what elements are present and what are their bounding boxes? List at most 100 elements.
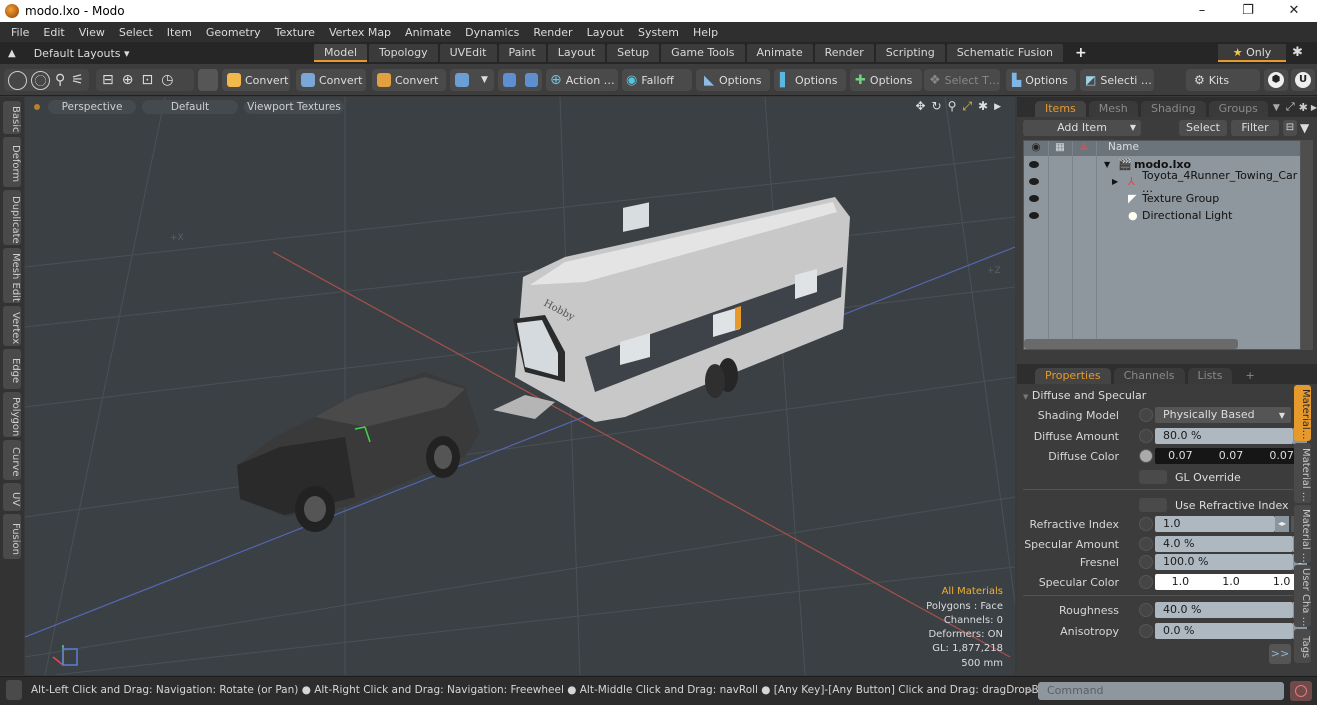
section-diffuse-specular[interactable]: ▼ Diffuse and Specular	[1023, 389, 1146, 402]
tab-mesh[interactable]: Mesh …	[1088, 101, 1138, 131]
tab-game-tools[interactable]: Game Tools	[661, 44, 745, 62]
unreal-button[interactable]: U	[1291, 69, 1315, 91]
diffuse-color-field[interactable]: 0.07 0.07 0.07	[1139, 448, 1307, 464]
eye-icon[interactable]	[1029, 178, 1039, 185]
viewport-gear-icon[interactable]: ✱	[978, 99, 988, 115]
diffuse-g[interactable]: 0.07	[1219, 448, 1244, 464]
anisotropy-field[interactable]: 0.0 % ◂▸	[1139, 623, 1307, 639]
menu-render[interactable]: Render	[526, 26, 579, 39]
rotate-icon[interactable]: ↻	[932, 99, 942, 115]
shading-model-select[interactable]: Physically Based ▼	[1139, 407, 1291, 423]
panel-expand-icon[interactable]: ⤢	[1286, 100, 1295, 114]
add-item-dropdown-icon[interactable]: ▼	[1125, 120, 1141, 136]
diffuse-r[interactable]: 0.07	[1168, 448, 1193, 464]
tab-schematic-fusion[interactable]: Schematic Fusion	[946, 44, 1064, 62]
viewport-textures-button[interactable]: Viewport Textures	[244, 100, 344, 114]
side-tab-tags[interactable]: Tags	[1294, 629, 1311, 663]
tab-mesh-edit[interactable]: Mesh Edit	[3, 248, 21, 303]
items-mode-icon[interactable]: ⚟	[71, 72, 84, 88]
menu-help[interactable]: Help	[686, 26, 725, 39]
animate-dot-icon[interactable]	[1139, 408, 1153, 422]
gear-icon[interactable]: ✱	[1292, 45, 1303, 60]
animate-dot-icon[interactable]	[1139, 603, 1153, 617]
roughness-field[interactable]: 40.0 % ◂▸	[1139, 602, 1307, 618]
expand-caret-icon[interactable]: ▶	[1112, 177, 1118, 186]
panel-arrow-icon[interactable]: ▶	[1311, 103, 1317, 112]
horizontal-scrollbar[interactable]	[1024, 339, 1238, 349]
use-refractive-index-checkbox[interactable]: Use Refractive Index	[1139, 497, 1289, 513]
snap-element-icon[interactable]	[525, 73, 538, 87]
slider-arrows-icon[interactable]: ◂▸	[1275, 516, 1289, 532]
animate-dot-icon[interactable]	[1139, 449, 1153, 463]
close-button[interactable]: ✕	[1271, 0, 1317, 22]
animate-dot-icon[interactable]	[1139, 575, 1153, 589]
eye-icon[interactable]	[1029, 161, 1039, 168]
minimize-button[interactable]: –	[1179, 0, 1225, 22]
specular-amount-field[interactable]: 4.0 % ◂▸	[1139, 536, 1307, 552]
only-button[interactable]: ★ Only	[1218, 44, 1286, 62]
snap-icon[interactable]	[503, 73, 516, 87]
command-input[interactable]: Command	[1038, 682, 1284, 700]
menu-geometry[interactable]: Geometry	[199, 26, 268, 39]
menu-view[interactable]: View	[72, 26, 112, 39]
more-button[interactable]: >>	[1269, 644, 1291, 664]
menu-dynamics[interactable]: Dynamics	[458, 26, 526, 39]
tab-deform[interactable]: Deform	[3, 137, 21, 187]
expand-caret-icon[interactable]: ▼	[1104, 160, 1110, 169]
tab-vertex[interactable]: Vertex	[3, 306, 21, 346]
gl-override-checkbox[interactable]: GL Override	[1139, 469, 1241, 485]
tab-groups[interactable]: Groups	[1208, 101, 1268, 117]
select-through-button[interactable]: ❖ Select T…	[924, 69, 1000, 91]
toggle-icon[interactable]	[1139, 498, 1167, 512]
filter-button[interactable]: Filter	[1231, 120, 1279, 136]
3d-viewport[interactable]: Hobby +X +Z Perspective Default Viewport…	[25, 97, 1015, 675]
menu-texture[interactable]: Texture	[268, 26, 322, 39]
tab-properties[interactable]: Properties	[1035, 368, 1111, 384]
edges-mode-icon[interactable]	[31, 70, 50, 90]
item-row-toyota[interactable]: ▶ ⅄ Toyota_4Runner_Towing_Car …	[1024, 169, 1302, 195]
shading-style-button[interactable]: Default	[142, 100, 238, 114]
tab-basic[interactable]: Basic	[3, 101, 21, 134]
specular-b[interactable]: 1.0	[1273, 574, 1291, 590]
polygons-mode-icon[interactable]: ⚲	[55, 72, 65, 88]
side-tab-material-1[interactable]: Material…	[1294, 385, 1311, 441]
item-row-texture-group[interactable]: ◤ Texture Group	[1024, 190, 1302, 207]
animate-dot-icon[interactable]	[1139, 537, 1153, 551]
toggle-icon[interactable]	[1139, 470, 1167, 484]
menu-item[interactable]: Item	[160, 26, 199, 39]
panel-gear-icon[interactable]: ✱	[1299, 101, 1308, 114]
kits-button[interactable]: ⚙ Kits	[1186, 69, 1260, 91]
tab-setup[interactable]: Setup	[607, 44, 660, 62]
add-tab-button[interactable]: +	[1235, 368, 1264, 384]
tab-topology[interactable]: Topology	[369, 44, 438, 62]
status-toggle-button[interactable]	[6, 680, 22, 700]
menu-animate[interactable]: Animate	[398, 26, 458, 39]
tab-curve[interactable]: Curve	[3, 440, 21, 480]
restore-button[interactable]: ❐	[1225, 0, 1271, 22]
tab-animate[interactable]: Animate	[746, 44, 813, 62]
animate-dot-icon[interactable]	[1139, 429, 1153, 443]
materials-mode-icon[interactable]: ⊟	[102, 72, 114, 88]
menu-layout[interactable]: Layout	[580, 26, 631, 39]
primitive-dropdown[interactable]: ▼	[450, 69, 494, 91]
layouts-dropdown[interactable]: ▲ Default Layouts ▾	[8, 47, 130, 60]
tab-paint[interactable]: Paint	[498, 44, 546, 62]
center-mode-icon[interactable]: ⊡	[141, 72, 153, 88]
pivot-mode-icon[interactable]: ⊕	[122, 72, 134, 88]
layout-collapse-icon[interactable]: ▲	[8, 48, 16, 59]
collapse-icon[interactable]: ⊟	[1283, 120, 1297, 136]
tab-model[interactable]: Model	[314, 44, 368, 62]
fresnel-field[interactable]: 100.0 % ◂▸	[1139, 554, 1307, 570]
options-button-2[interactable]: ▌ Options	[774, 69, 846, 91]
eye-icon[interactable]	[1029, 195, 1039, 202]
unity-button[interactable]: ⬢	[1264, 69, 1288, 91]
shield-icon[interactable]	[198, 69, 218, 91]
options-button-4[interactable]: ▙ Options	[1006, 69, 1076, 91]
tab-lists[interactable]: Lists	[1187, 368, 1233, 384]
expand-arrow-icon[interactable]: ▶	[994, 99, 1001, 115]
tab-layout[interactable]: Layout	[547, 44, 606, 62]
item-row-directional-light[interactable]: ● Directional Light	[1024, 207, 1302, 224]
action-button[interactable]: ⊕ Action …	[546, 69, 618, 91]
menu-system[interactable]: System	[631, 26, 686, 39]
tab-polygon[interactable]: Polygon	[3, 392, 21, 437]
